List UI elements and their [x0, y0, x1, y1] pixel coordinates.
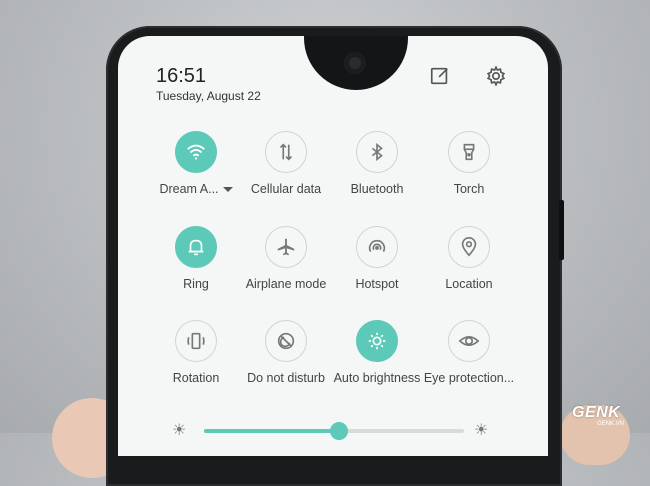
tile-label: Location	[445, 277, 493, 291]
tile-airplane-mode[interactable]: Airplane mode	[240, 226, 332, 291]
tile-label: Torch	[453, 182, 485, 196]
watermark-logo: GENK	[572, 404, 621, 421]
tile-location[interactable]: Location	[423, 226, 515, 291]
tile-cellular-data[interactable]: Cellular data	[240, 131, 332, 196]
watermark-url: GENK.VN	[597, 421, 625, 427]
tile-label: Bluetooth	[350, 182, 404, 196]
torch-icon	[448, 131, 490, 173]
tile-bluetooth[interactable]: Bluetooth	[331, 131, 423, 196]
tile-do-not-disturb[interactable]: Do not disturb	[240, 320, 332, 385]
tile-torch[interactable]: Torch	[423, 131, 515, 196]
tile-label: Auto brightness	[333, 371, 421, 385]
brightness-high-icon: ☀	[474, 422, 489, 439]
brightness-fill	[204, 429, 340, 433]
eye-icon	[448, 320, 490, 362]
tile-auto-brightness[interactable]: Auto brightness	[331, 320, 423, 385]
tile-label: Hotspot	[355, 277, 399, 291]
tile-wifi[interactable]: Dream A...	[150, 131, 242, 196]
phone-side-button	[559, 200, 564, 260]
gear-icon[interactable]	[484, 64, 508, 88]
brightness-thumb[interactable]	[330, 422, 349, 440]
quick-settings-panel: 16:51 Tuesday, August 22 Dream A... Cell…	[118, 36, 548, 456]
sun-icon	[356, 320, 398, 362]
tile-ring[interactable]: Ring	[150, 226, 242, 291]
status-time: 16:51	[156, 65, 207, 87]
tile-label: Do not disturb	[247, 371, 325, 385]
tile-label: Ring	[183, 277, 209, 291]
wifi-icon	[175, 131, 217, 173]
front-camera	[344, 52, 366, 74]
tile-label: Cellular data	[250, 182, 322, 196]
display-notch	[304, 36, 408, 90]
tile-label: Airplane mode	[245, 277, 327, 291]
bell-icon	[175, 226, 217, 268]
do-not-disturb-icon	[265, 320, 307, 362]
brightness-slider[interactable]	[204, 422, 464, 440]
tile-rotation[interactable]: Rotation	[150, 320, 242, 385]
brightness-low-icon: ☀	[172, 422, 187, 439]
rotation-icon	[175, 320, 217, 362]
airplane-icon	[265, 226, 307, 268]
tile-hotspot[interactable]: Hotspot	[331, 226, 423, 291]
cellular-data-icon	[265, 131, 307, 173]
status-date: Tuesday, August 22	[156, 89, 261, 103]
edit-icon[interactable]	[428, 64, 452, 88]
chevron-down-icon[interactable]	[222, 187, 233, 193]
hotspot-icon	[356, 226, 398, 268]
tile-label: Eye protection...	[423, 371, 515, 385]
tile-label: Dream A...	[159, 182, 219, 196]
location-pin-icon	[448, 226, 490, 268]
tile-label: Rotation	[172, 371, 220, 385]
bluetooth-icon	[356, 131, 398, 173]
tile-eye-protection[interactable]: Eye protection...	[423, 320, 515, 385]
